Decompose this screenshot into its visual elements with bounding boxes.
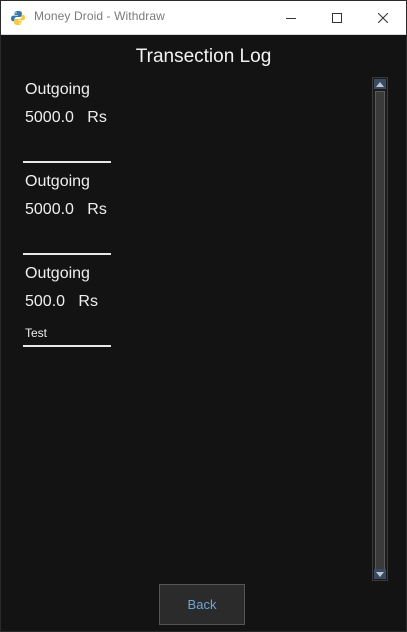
close-button[interactable]	[360, 1, 406, 34]
vertical-scrollbar[interactable]	[372, 77, 388, 581]
page-title: Transection Log	[135, 46, 272, 67]
python-icon	[10, 10, 26, 26]
entry-divider	[23, 345, 111, 347]
entry-type: Outgoing	[25, 81, 90, 98]
entry-amount: 5000.0 Rs	[25, 201, 107, 219]
scrollbar-thumb[interactable]	[375, 91, 385, 570]
close-icon	[378, 12, 388, 23]
minimize-button[interactable]	[268, 1, 314, 34]
log-entry: Outgoing 5000.0 Rs	[23, 171, 113, 263]
scroll-up-button[interactable]	[374, 79, 386, 89]
transaction-log-list[interactable]: Outgoing 5000.0 Rs Outgoing 5000.0 Rs Ou…	[23, 79, 113, 355]
maximize-icon	[332, 12, 342, 23]
entry-amount: 500.0 Rs	[25, 293, 98, 311]
minimize-icon	[286, 17, 296, 19]
log-entry: Outgoing 500.0 Rs Test	[23, 263, 113, 355]
maximize-button[interactable]	[314, 1, 360, 34]
back-button[interactable]: Back	[159, 584, 245, 625]
amount-currency: Rs	[87, 109, 107, 126]
amount-currency: Rs	[78, 293, 98, 310]
amount-value: 500.0	[25, 293, 66, 310]
entry-type: Outgoing	[25, 265, 90, 282]
content-area: Transection Log Outgoing 5000.0 Rs Outgo…	[1, 35, 406, 631]
amount-value: 5000.0	[25, 201, 74, 218]
title-bar[interactable]: Money Droid - Withdraw	[1, 1, 406, 35]
entry-divider	[23, 161, 111, 163]
entry-note: Test	[25, 326, 48, 340]
entry-amount: 5000.0 Rs	[25, 109, 107, 127]
window-title: Money Droid - Withdraw	[34, 9, 165, 23]
amount-currency: Rs	[87, 201, 107, 218]
entry-divider	[23, 253, 111, 255]
scroll-down-button[interactable]	[374, 569, 386, 579]
triangle-up-icon	[376, 81, 384, 87]
amount-value: 5000.0	[25, 109, 74, 126]
triangle-down-icon	[376, 571, 384, 577]
log-entry: Outgoing 5000.0 Rs	[23, 79, 113, 171]
entry-type: Outgoing	[25, 173, 90, 190]
